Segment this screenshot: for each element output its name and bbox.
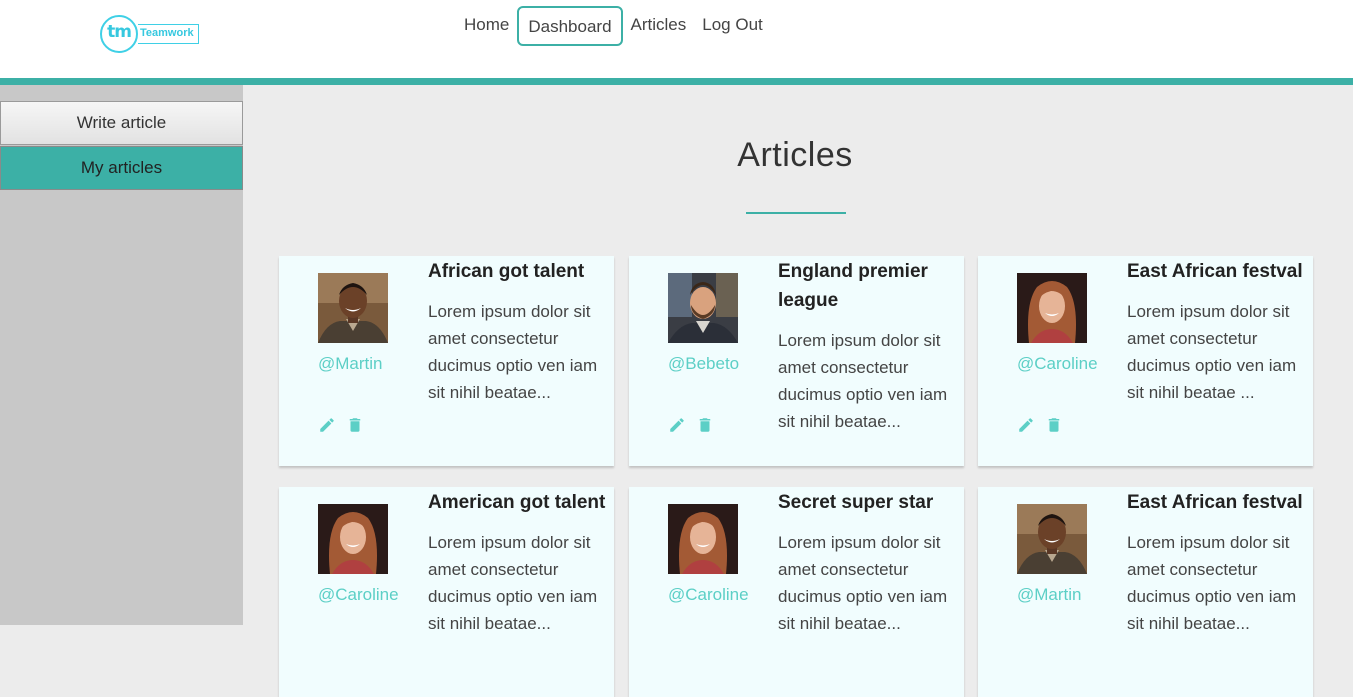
edit-pencil-icon[interactable] xyxy=(318,416,336,434)
article-card[interactable]: @Bebeto England premier league Lorem ipsum… xyxy=(629,256,964,466)
delete-trash-icon[interactable] xyxy=(1045,416,1063,434)
author-handle[interactable]: @Caroline xyxy=(668,585,749,605)
author-handle[interactable]: @Martin xyxy=(318,354,383,374)
article-actions xyxy=(318,416,364,434)
article-excerpt: Lorem ipsum dolor sit amet consectetur d… xyxy=(778,331,948,431)
author-handle[interactable]: @Martin xyxy=(1017,585,1082,605)
header: Teamwork tm Home Dashboard Articles Log … xyxy=(0,0,1353,78)
article-title[interactable]: African got talent xyxy=(428,257,608,286)
delete-trash-icon[interactable] xyxy=(346,416,364,434)
article-excerpt: Lorem ipsum dolor sit amet consectetur d… xyxy=(1127,302,1297,402)
article-card[interactable]: @Martin African got talent Lorem ipsum dol… xyxy=(279,256,614,466)
edit-pencil-icon[interactable] xyxy=(668,416,686,434)
article-card[interactable]: @Martin East African festval Lorem ipsum d… xyxy=(978,487,1313,697)
article-actions xyxy=(668,416,714,434)
teamwork-logo[interactable]: Teamwork tm xyxy=(100,15,200,55)
article-card[interactable]: @Caroline East African festval Lorem ipsum… xyxy=(978,256,1313,466)
nav-articles[interactable]: Articles xyxy=(623,6,695,46)
author-avatar xyxy=(318,273,388,343)
my-articles-button[interactable]: My articles xyxy=(0,146,243,190)
article-title[interactable]: American got talent xyxy=(428,488,608,517)
main-nav: Home Dashboard Articles Log Out xyxy=(456,6,771,46)
author-avatar xyxy=(1017,273,1087,343)
nav-logout[interactable]: Log Out xyxy=(694,6,771,46)
article-card[interactable]: @Caroline Secret super star Lorem ipsum do… xyxy=(629,487,964,697)
sidebar: Write article My articles xyxy=(0,85,243,625)
article-title[interactable]: East African festval xyxy=(1127,488,1307,517)
author-handle[interactable]: @Bebeto xyxy=(668,354,739,374)
article-card[interactable]: @Caroline American got talent Lorem ipsum … xyxy=(279,487,614,697)
nav-dashboard[interactable]: Dashboard xyxy=(517,6,623,46)
article-excerpt: Lorem ipsum dolor sit amet consectetur d… xyxy=(1127,533,1297,633)
page-title: Articles xyxy=(737,136,853,174)
write-article-button[interactable]: Write article xyxy=(0,101,243,145)
header-accent-bar xyxy=(0,78,1353,85)
logo-wordmark: Teamwork xyxy=(140,27,194,39)
article-excerpt: Lorem ipsum dolor sit amet consectetur d… xyxy=(428,302,598,402)
logo-wordmark-box: Teamwork xyxy=(138,24,199,44)
article-actions xyxy=(1017,416,1063,434)
delete-trash-icon[interactable] xyxy=(696,416,714,434)
title-underline xyxy=(746,212,846,214)
nav-home[interactable]: Home xyxy=(456,6,517,46)
author-avatar xyxy=(668,504,738,574)
edit-pencil-icon[interactable] xyxy=(1017,416,1035,434)
author-avatar xyxy=(668,273,738,343)
article-title[interactable]: Secret super star xyxy=(778,488,958,517)
article-title[interactable]: England premier league xyxy=(778,257,958,315)
logo-mark: tm xyxy=(107,22,132,42)
author-handle[interactable]: @Caroline xyxy=(1017,354,1098,374)
article-excerpt: Lorem ipsum dolor sit amet consectetur d… xyxy=(428,533,598,633)
author-avatar xyxy=(1017,504,1087,574)
article-title[interactable]: East African festval xyxy=(1127,257,1307,286)
article-excerpt: Lorem ipsum dolor sit amet consectetur d… xyxy=(778,533,948,633)
author-avatar xyxy=(318,504,388,574)
author-handle[interactable]: @Caroline xyxy=(318,585,399,605)
